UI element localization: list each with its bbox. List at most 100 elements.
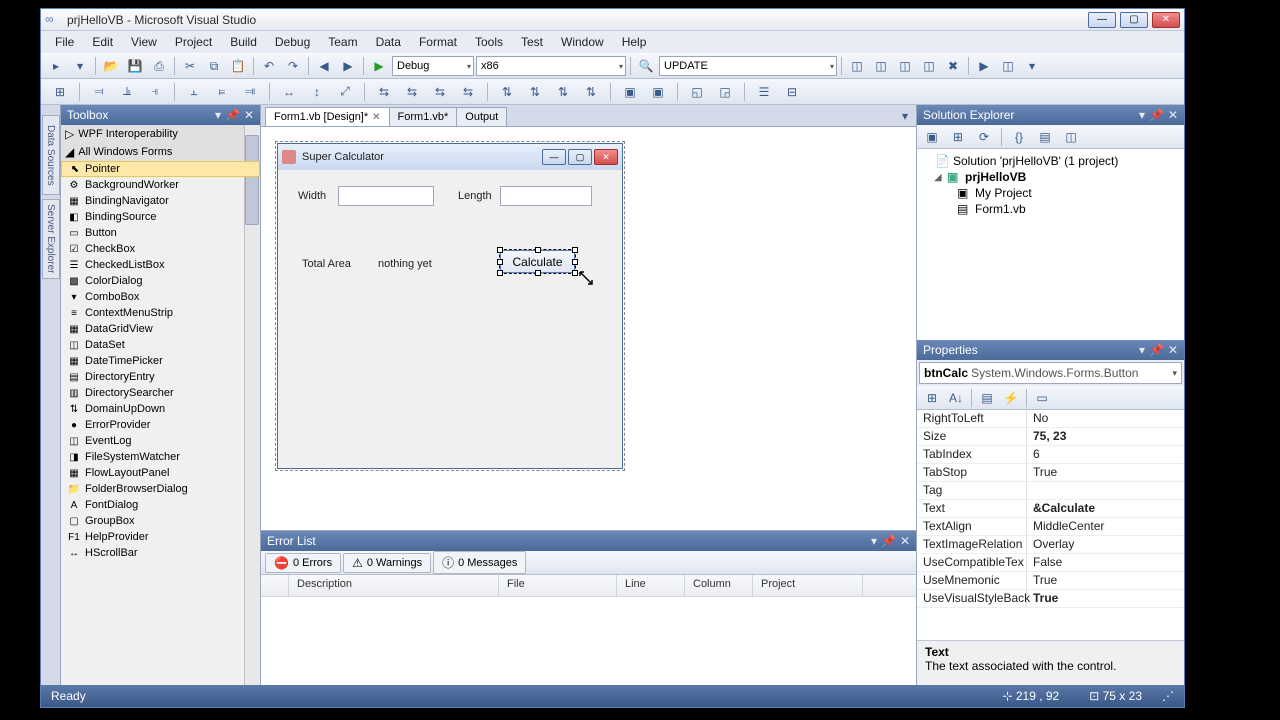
menu-data[interactable]: Data (368, 33, 409, 51)
same-height-icon[interactable]: ↕ (306, 82, 328, 102)
toolbox-group[interactable]: ◢ All Windows Forms (61, 143, 260, 161)
error-column-header[interactable]: Line (617, 575, 685, 596)
property-row[interactable]: UseCompatibleTexFalse (917, 554, 1184, 572)
send-back-icon[interactable]: ◲ (714, 82, 736, 102)
solexp-dropdown-icon[interactable]: ▾ (1139, 108, 1145, 122)
toolbox-item[interactable]: ●ErrorProvider (61, 417, 260, 433)
toolbox-item[interactable]: F1HelpProvider (61, 529, 260, 545)
toolbox-item[interactable]: ⬉Pointer (61, 161, 260, 177)
property-row[interactable]: TextImageRelationOverlay (917, 536, 1184, 554)
solexp-close-icon[interactable]: ✕ (1168, 108, 1178, 122)
error-column-header[interactable]: File (499, 575, 617, 596)
menu-window[interactable]: Window (553, 33, 612, 51)
tb-icon-5[interactable]: ✖ (942, 56, 964, 76)
error-column-header[interactable]: Description (289, 575, 499, 596)
menu-debug[interactable]: Debug (267, 33, 318, 51)
toolbox-item[interactable]: ◨FileSystemWatcher (61, 449, 260, 465)
solexp-showall-icon[interactable]: ⊞ (947, 127, 969, 147)
undo-icon[interactable]: ↶ (258, 56, 280, 76)
save-all-icon[interactable]: ⎙ (148, 56, 170, 76)
form-designer-surface[interactable]: Super Calculator — ▢ ✕ Width Length (261, 127, 916, 530)
error-filter-tab[interactable]: ⓘ0 Messages (433, 551, 526, 574)
solexp-refresh-icon[interactable]: ⟳ (973, 127, 995, 147)
toolbox-item[interactable]: ▾ComboBox (61, 289, 260, 305)
status-grip-icon[interactable]: ⋰ (1162, 689, 1174, 703)
menu-format[interactable]: Format (411, 33, 465, 51)
center-v-icon[interactable]: ▣ (647, 82, 669, 102)
close-button[interactable]: ✕ (1152, 12, 1180, 28)
tb-icon-2[interactable]: ◫ (870, 56, 892, 76)
lock-icon[interactable]: ⊟ (781, 82, 803, 102)
properties-grid[interactable]: RightToLeftNoSize75, 23TabIndex6TabStopT… (917, 410, 1184, 640)
redo-icon[interactable]: ↷ (282, 56, 304, 76)
property-row[interactable]: TabStopTrue (917, 464, 1184, 482)
tab-close-icon[interactable]: ✕ (372, 112, 380, 123)
add-item-icon[interactable]: ▾ (69, 56, 91, 76)
toolbox-item[interactable]: ▦DateTimePicker (61, 353, 260, 369)
toolbox-item[interactable]: ☰CheckedListBox (61, 257, 260, 273)
find-combo[interactable]: UPDATE (659, 56, 837, 76)
solexp-diagram-icon[interactable]: ◫ (1060, 127, 1082, 147)
property-row[interactable]: Size75, 23 (917, 428, 1184, 446)
tabs-dropdown-icon[interactable]: ▾ (894, 106, 916, 126)
width-textbox[interactable] (338, 186, 434, 206)
toolbox-item[interactable]: ⇅DomainUpDown (61, 401, 260, 417)
hspacing-inc-icon[interactable]: ⇆ (401, 82, 423, 102)
solution-tree[interactable]: 📄 Solution 'prjHelloVB' (1 project) ◢▣ p… (917, 149, 1184, 340)
form-boundary[interactable]: Super Calculator — ▢ ✕ Width Length (275, 141, 625, 471)
save-icon[interactable]: 💾 (124, 56, 146, 76)
error-column-header[interactable]: Project (753, 575, 863, 596)
props-close-icon[interactable]: ✕ (1168, 343, 1178, 357)
vspacing-icon[interactable]: ⇅ (496, 82, 518, 102)
property-row[interactable]: TabIndex6 (917, 446, 1184, 464)
length-textbox[interactable] (500, 186, 592, 206)
solexp-viewcode-icon[interactable]: {} (1008, 127, 1030, 147)
error-list-grid[interactable]: DescriptionFileLineColumnProject (261, 575, 916, 685)
my-project-node[interactable]: ▣My Project (921, 185, 1180, 201)
menu-view[interactable]: View (123, 33, 165, 51)
toolbox-item[interactable]: ▢GroupBox (61, 513, 260, 529)
hspacing-icon[interactable]: ⇆ (373, 82, 395, 102)
toolbox-group[interactable]: ▷ WPF Interoperability (61, 125, 260, 143)
toolbox-item[interactable]: ▤DirectoryEntry (61, 369, 260, 385)
form-maximize-button[interactable]: ▢ (568, 149, 592, 165)
same-width-icon[interactable]: ↔ (278, 82, 300, 102)
tab-order-icon[interactable]: ☰ (753, 82, 775, 102)
toolbox-item[interactable]: ▩ColorDialog (61, 273, 260, 289)
calculate-button[interactable]: Calculate (500, 250, 575, 273)
paste-icon[interactable]: 📋 (227, 56, 249, 76)
new-project-icon[interactable]: ▸ (45, 56, 67, 76)
menu-file[interactable]: File (47, 33, 82, 51)
tb-icon-6[interactable]: ▶ (973, 56, 995, 76)
tb-icon-4[interactable]: ◫ (918, 56, 940, 76)
toolbox-item[interactable]: ≡ContextMenuStrip (61, 305, 260, 321)
align-bot-icon[interactable]: ⫥ (239, 82, 261, 102)
error-column-header[interactable]: Column (685, 575, 753, 596)
menu-team[interactable]: Team (320, 33, 365, 51)
form-minimize-button[interactable]: — (542, 149, 566, 165)
vspacing-dec-icon[interactable]: ⇅ (552, 82, 574, 102)
toolbox-dropdown-icon[interactable]: ▾ (215, 108, 221, 122)
align-grid-icon[interactable]: ⊞ (49, 82, 71, 102)
toolbox-item[interactable]: ▦DataGridView (61, 321, 260, 337)
document-tab[interactable]: Form1.vb* (389, 107, 458, 126)
menu-help[interactable]: Help (614, 33, 655, 51)
props-pages-icon[interactable]: ▭ (1031, 388, 1053, 408)
project-node[interactable]: ◢▣ prjHelloVB (921, 169, 1180, 185)
center-h-icon[interactable]: ▣ (619, 82, 641, 102)
errorlist-pin-icon[interactable]: 📌 (881, 534, 896, 548)
hspacing-rem-icon[interactable]: ⇆ (457, 82, 479, 102)
property-row[interactable]: TextAlignMiddleCenter (917, 518, 1184, 536)
hspacing-dec-icon[interactable]: ⇆ (429, 82, 451, 102)
property-row[interactable]: RightToLeftNo (917, 410, 1184, 428)
nav-back-icon[interactable]: ◀ (313, 56, 335, 76)
properties-object-combo[interactable]: btnCalc System.Windows.Forms.Button (919, 362, 1182, 384)
tb-icon-8[interactable]: ▾ (1021, 56, 1043, 76)
minimize-button[interactable]: — (1088, 12, 1116, 28)
error-filter-tab[interactable]: ⛔0 Errors (265, 553, 341, 573)
errorlist-close-icon[interactable]: ✕ (900, 534, 910, 548)
props-props-icon[interactable]: ▤ (976, 388, 998, 408)
toolbox-item[interactable]: ▭Button (61, 225, 260, 241)
menu-edit[interactable]: Edit (84, 33, 121, 51)
server-explorer-tab[interactable]: Server Explorer (42, 199, 60, 279)
